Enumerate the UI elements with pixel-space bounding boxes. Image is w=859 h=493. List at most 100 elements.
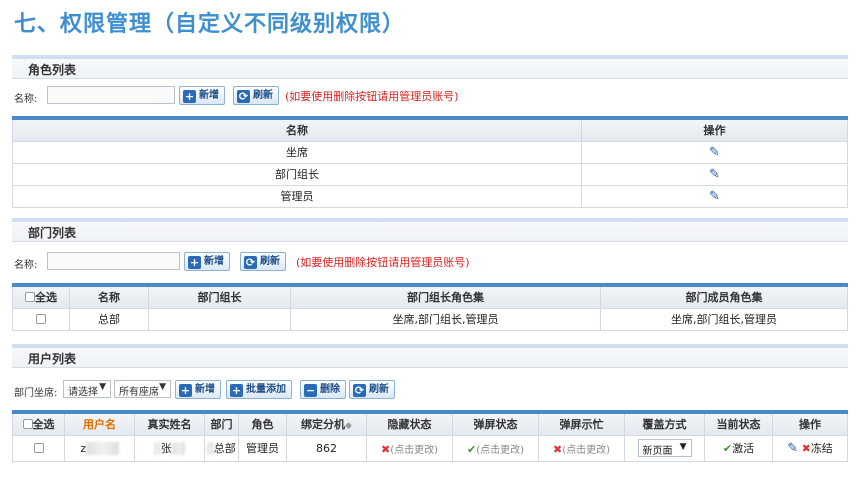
hide-status-cell[interactable]: ✖(点击更改) — [366, 434, 453, 462]
table-row: zxxxxx x张xx x总部 管理员 862 ✖(点击更改) ✔(点击更改) … — [12, 434, 848, 462]
dept-leader-cell — [148, 307, 291, 331]
sort-icon: ◆ — [345, 421, 352, 432]
user-col-role: 角色 — [238, 410, 287, 436]
cross-icon: ✖ — [552, 442, 563, 456]
user-col-cover-mode: 覆盖方式 — [624, 410, 705, 436]
caret-down-icon: ▼ — [159, 382, 166, 392]
dept-cell: x总部 — [204, 434, 239, 462]
dept-name-input[interactable] — [47, 252, 180, 270]
user-section-title: 用户列表 — [28, 352, 77, 366]
dept-section-title: 部门列表 — [28, 226, 77, 240]
edit-pencil-icon[interactable]: ✎ — [709, 189, 720, 204]
role-name-cell: 部门组长 — [12, 162, 582, 186]
user-col-current-status: 当前状态 — [704, 410, 773, 436]
user-col-action: 操作 — [772, 410, 848, 436]
table-row: 部门组长 ✎ — [12, 162, 848, 186]
select-all-checkbox[interactable] — [25, 292, 35, 303]
dept-member-roles-cell: 坐席,部门组长,管理员 — [600, 307, 848, 331]
username-cell: zxxxxx — [64, 434, 135, 462]
cover-mode-select[interactable]: 新页面 ▼ — [637, 439, 692, 457]
role-table: 名称 操作 坐席 ✎ 部门组长 ✎ 管理员 ✎ — [12, 116, 848, 208]
user-refresh-button[interactable]: ⟳ 刷新 — [349, 380, 395, 399]
cross-icon: ✖ — [380, 442, 391, 456]
user-col-popup-status: 弹屏状态 — [452, 410, 539, 436]
role-col-action: 操作 — [581, 116, 848, 142]
table-row: 总部 坐席,部门组长,管理员 坐席,部门组长,管理员 — [12, 307, 848, 331]
ext-cell: 862 — [286, 434, 367, 462]
cross-icon: ✖ — [801, 442, 811, 455]
dept-name-label: 名称: — [14, 260, 38, 271]
role-name-label: 名称: — [14, 94, 38, 105]
role-section-title: 角色列表 — [28, 63, 77, 77]
user-table: 全选 用户名 真实姓名 部门 角色 绑定分机◆ 隐藏状态 弹屏状态 弹屏示忙 覆… — [12, 410, 848, 462]
caret-down-icon: ▼ — [99, 382, 106, 392]
user-add-button[interactable]: + 新增 — [175, 380, 221, 399]
dept-col-member-roles: 部门成员角色集 — [600, 283, 848, 309]
user-delete-button[interactable]: − 删除 — [300, 380, 346, 399]
plus-icon: + — [179, 384, 192, 397]
dept-add-button[interactable]: + 新增 — [184, 252, 230, 271]
dept-col-name: 名称 — [69, 283, 149, 309]
check-icon: ✔ — [722, 442, 733, 455]
select-all-checkbox[interactable] — [22, 419, 33, 430]
dept-name-cell: 总部 — [69, 307, 149, 331]
dept-delete-note: (如要使用删除按钮请用管理员账号) — [296, 256, 470, 269]
redacted-block: xxxxx — [86, 441, 119, 455]
role-add-button[interactable]: + 新增 — [179, 86, 225, 105]
dept-col-leader-roles: 部门组长角色集 — [290, 283, 601, 309]
dept-table: 全选 名称 部门组长 部门组长角色集 部门成员角色集 总部 坐席,部门组长,管理… — [12, 283, 848, 331]
dept-section-header: 部门列表 — [12, 218, 848, 242]
user-col-username[interactable]: 用户名 — [64, 410, 135, 436]
role-section-header: 角色列表 — [12, 55, 848, 79]
plus-icon: + — [183, 90, 196, 103]
dept-seat-label: 部门坐席: — [14, 388, 58, 399]
row-checkbox[interactable] — [36, 313, 46, 324]
role-name-cell: 管理员 — [12, 184, 582, 208]
user-col-dept: 部门 — [204, 410, 239, 436]
freeze-button[interactable]: ✖冻结 — [802, 442, 833, 455]
role-col-name: 名称 — [12, 116, 582, 142]
redacted-block: x — [207, 442, 214, 455]
user-batch-add-button[interactable]: + 批量添加 — [226, 380, 292, 399]
role-refresh-button[interactable]: ⟳ 刷新 — [233, 86, 279, 105]
dept-select[interactable]: 请选择 ▼ — [63, 380, 111, 398]
plus-icon: + — [230, 384, 243, 397]
dept-refresh-button[interactable]: ⟳ 刷新 — [240, 252, 286, 271]
refresh-icon: ⟳ — [353, 384, 366, 397]
plus-icon: + — [188, 256, 201, 269]
user-section-header: 用户列表 — [12, 344, 848, 368]
redacted-block: x — [154, 442, 161, 455]
role-name-input[interactable] — [47, 86, 175, 104]
caret-down-icon: ▼ — [679, 442, 687, 452]
user-col-select-all[interactable]: 全选 — [12, 410, 65, 436]
row-checkbox[interactable] — [33, 442, 44, 453]
popup-busy-cell[interactable]: ✖(点击更改) — [538, 434, 625, 462]
dept-leader-roles-cell: 坐席,部门组长,管理员 — [290, 307, 601, 331]
dept-col-leader: 部门组长 — [148, 283, 291, 309]
popup-status-cell[interactable]: ✔(点击更改) — [452, 434, 539, 462]
cover-mode-cell: 新页面 ▼ — [624, 434, 705, 462]
user-col-realname: 真实姓名 — [134, 410, 205, 436]
edit-pencil-icon[interactable]: ✎ — [709, 167, 720, 182]
check-icon: ✔ — [466, 442, 477, 456]
user-col-hide-status: 隐藏状态 — [366, 410, 453, 436]
refresh-icon: ⟳ — [237, 90, 250, 103]
redacted-block: xx — [171, 442, 185, 455]
role-cell: 管理员 — [238, 434, 287, 462]
refresh-icon: ⟳ — [244, 256, 257, 269]
user-col-ext[interactable]: 绑定分机◆ — [286, 410, 367, 436]
table-row: 坐席 ✎ — [12, 140, 848, 164]
edit-pencil-icon[interactable]: ✎ — [709, 145, 720, 160]
action-cell: ✎ ✖冻结 — [772, 434, 848, 462]
table-row: 管理员 ✎ — [12, 184, 848, 208]
realname-cell: x张xx — [134, 434, 205, 462]
page-title: 七、权限管理（自定义不同级别权限） — [14, 12, 406, 37]
current-status-cell: ✔激活 — [704, 434, 773, 462]
role-delete-note: (如要使用删除按钮请用管理员账号) — [285, 90, 459, 103]
edit-pencil-icon[interactable]: ✎ — [787, 441, 798, 456]
minus-icon: − — [304, 384, 317, 397]
user-col-popup-busy: 弹屏示忙 — [538, 410, 625, 436]
role-name-cell: 坐席 — [12, 140, 582, 164]
dept-col-select-all[interactable]: 全选 — [12, 283, 70, 309]
seat-select[interactable]: 所有座席 ▼ — [114, 380, 171, 398]
